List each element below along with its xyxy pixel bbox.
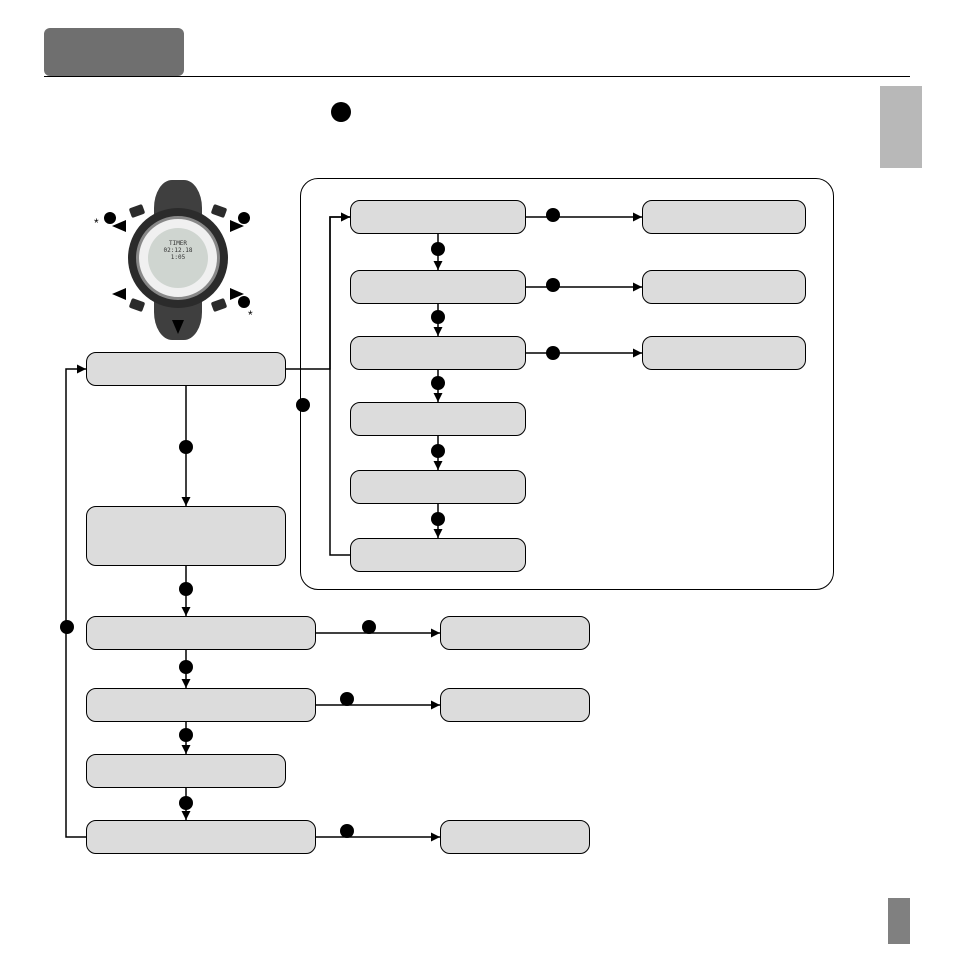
page-number-tab	[888, 898, 910, 944]
button-dot	[179, 440, 193, 454]
watch-line1: TIMER	[148, 240, 208, 247]
button-dot	[431, 444, 445, 458]
button-dot	[60, 620, 74, 634]
button-d-dot	[238, 296, 250, 308]
mode-box-3	[86, 616, 316, 650]
side-box-3	[642, 336, 806, 370]
mode-box-1	[86, 352, 286, 386]
button-dot	[340, 692, 354, 706]
watch-face: TIMER 02:12.18 1:05	[148, 228, 208, 288]
button-dot	[179, 582, 193, 596]
detail-box-2	[440, 688, 590, 722]
sub-box-3	[350, 336, 526, 370]
button-dot	[431, 512, 445, 526]
section-bullet	[331, 102, 351, 122]
header-rule	[44, 76, 910, 77]
side-box-2	[642, 270, 806, 304]
sub-box-4	[350, 402, 526, 436]
mode-box-2	[86, 506, 286, 566]
sub-box-1	[350, 200, 526, 234]
button-dot	[546, 278, 560, 292]
button-dot	[546, 208, 560, 222]
button-dot	[362, 620, 376, 634]
button-dot	[431, 376, 445, 390]
submode-group	[300, 178, 834, 590]
arrow-icon	[112, 288, 126, 300]
sub-box-6	[350, 538, 526, 572]
header-tab	[44, 28, 184, 76]
watch-line2: 02:12.18	[148, 247, 208, 254]
watch-illustration: TIMER 02:12.18 1:05 * *	[110, 180, 246, 340]
mode-box-4	[86, 688, 316, 722]
detail-box-1	[440, 616, 590, 650]
sub-box-2	[350, 270, 526, 304]
page: TIMER 02:12.18 1:05 * *	[0, 0, 954, 954]
button-dot	[431, 310, 445, 324]
detail-box-3	[440, 820, 590, 854]
button-dot	[546, 346, 560, 360]
button-dot	[179, 728, 193, 742]
button-dot	[179, 796, 193, 810]
button-a-dot	[104, 212, 116, 224]
mode-box-6	[86, 820, 316, 854]
watch-line3: 1:05	[148, 254, 208, 261]
arrow-icon	[172, 320, 184, 334]
button-dot	[340, 824, 354, 838]
side-tab	[880, 86, 922, 168]
button-c-dot	[238, 212, 250, 224]
mode-box-5	[86, 754, 286, 788]
button-dot	[296, 398, 310, 412]
side-box-1	[642, 200, 806, 234]
button-dot	[431, 242, 445, 256]
button-dot	[179, 660, 193, 674]
sub-box-5	[350, 470, 526, 504]
